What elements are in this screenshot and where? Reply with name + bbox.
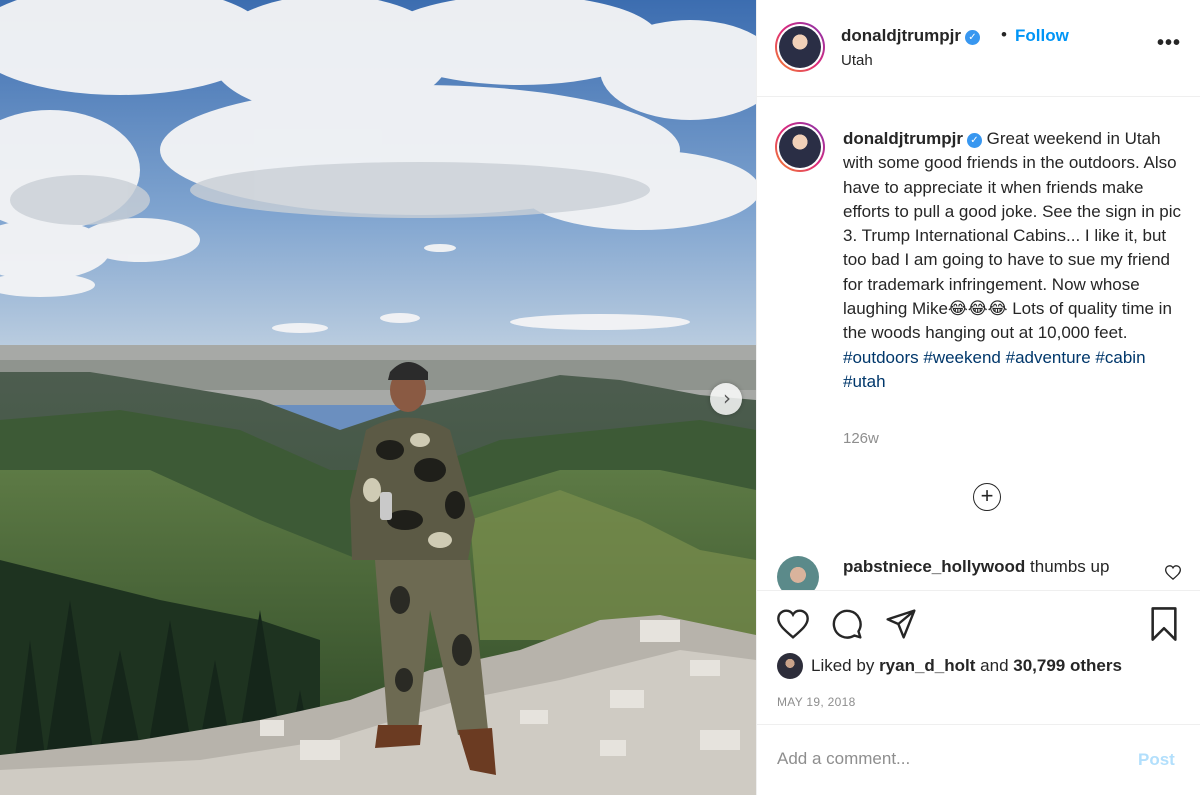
post-caption: donaldjtrumpjr ✓ Great weekend in Utah wi… bbox=[843, 127, 1189, 394]
follow-button[interactable]: Follow bbox=[1015, 26, 1069, 46]
load-more-comments-button[interactable]: + bbox=[973, 483, 1001, 511]
likes-others[interactable]: 30,799 others bbox=[1013, 656, 1122, 676]
caption-username[interactable]: donaldjtrumpjr bbox=[843, 129, 963, 148]
likes-summary[interactable]: Liked by ryan_d_holt and 30,799 others bbox=[777, 653, 1122, 679]
hashtag-cabin[interactable]: #cabin bbox=[1095, 348, 1145, 367]
more-options-icon[interactable]: ••• bbox=[1157, 32, 1181, 55]
post-actions: Liked by ryan_d_holt and 30,799 others M… bbox=[757, 590, 1200, 797]
paper-plane-icon[interactable] bbox=[885, 608, 917, 640]
add-comment-row: Post bbox=[757, 724, 1200, 798]
author-avatar[interactable] bbox=[775, 22, 825, 72]
author-username-text[interactable]: donaldjtrumpjr bbox=[841, 26, 961, 45]
post-comment-button[interactable]: Post bbox=[1138, 750, 1175, 770]
next-photo-button[interactable]: › bbox=[710, 383, 742, 415]
hashtag-weekend[interactable]: #weekend bbox=[923, 348, 1001, 367]
comment-text: thumbs up bbox=[1030, 557, 1110, 576]
caption-avatar[interactable] bbox=[775, 122, 825, 172]
hashtag-adventure[interactable]: #adventure bbox=[1006, 348, 1091, 367]
hashtag-outdoors[interactable]: #outdoors bbox=[843, 348, 919, 367]
speech-bubble-icon[interactable] bbox=[831, 608, 863, 640]
verified-badge-icon: ✓ bbox=[964, 30, 980, 45]
commenter-username[interactable]: pabstniece_hollywood bbox=[843, 557, 1025, 576]
post-side-panel: donaldjtrumpjr ✓ • Follow Utah ••• donald… bbox=[756, 0, 1200, 797]
author-username[interactable]: donaldjtrumpjr ✓ bbox=[841, 26, 980, 46]
instagram-post: › donaldjtrumpjr ✓ • Follow Utah ••• dona… bbox=[0, 0, 1200, 797]
liker-username[interactable]: ryan_d_holt bbox=[879, 656, 975, 676]
post-date[interactable]: MAY 19, 2018 bbox=[777, 695, 856, 709]
heart-icon[interactable] bbox=[777, 609, 809, 639]
bookmark-icon[interactable] bbox=[1149, 607, 1179, 641]
photo-scene bbox=[0, 0, 756, 795]
liker-avatar[interactable] bbox=[777, 653, 803, 679]
chevron-right-icon: › bbox=[723, 386, 731, 410]
caption-text: Great weekend in Utah with some good fri… bbox=[843, 129, 1182, 343]
likes-middle: and bbox=[980, 656, 1009, 675]
add-comment-input[interactable] bbox=[777, 749, 1107, 769]
likes-prefix: Liked by bbox=[811, 656, 875, 675]
comment-item: pabstniece_hollywood thumbs up bbox=[843, 557, 1109, 577]
post-header: donaldjtrumpjr ✓ • Follow Utah ••• bbox=[757, 0, 1200, 97]
verified-badge-icon: ✓ bbox=[966, 133, 982, 148]
plus-circle-icon: + bbox=[980, 483, 994, 508]
header-separator: • bbox=[1001, 25, 1007, 44]
hashtag-utah[interactable]: #utah bbox=[843, 372, 886, 391]
post-photo[interactable]: › bbox=[0, 0, 756, 795]
post-location[interactable]: Utah bbox=[841, 52, 873, 69]
caption-age: 126w bbox=[843, 430, 879, 447]
comment-like-heart-icon[interactable] bbox=[1165, 565, 1181, 580]
